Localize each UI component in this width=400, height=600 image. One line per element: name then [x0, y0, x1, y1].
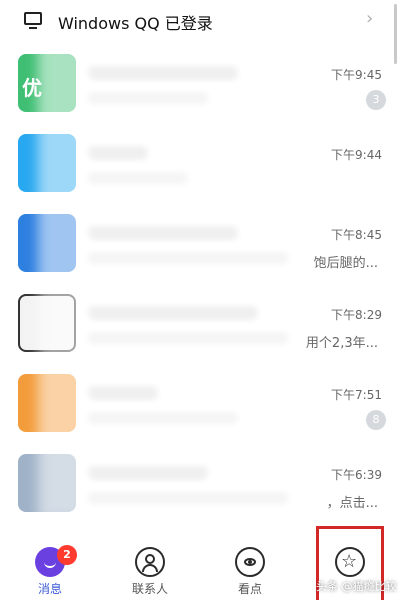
avatar	[18, 214, 76, 272]
chat-time: 下午8:45	[331, 228, 382, 242]
chat-time: 下午9:45	[331, 68, 382, 82]
chat-row[interactable]: 优 下午9:45 3	[0, 40, 400, 120]
blurred-name	[88, 226, 238, 240]
avatar	[18, 374, 76, 432]
chat-time: 下午8:29	[331, 308, 382, 322]
unread-badge: 3	[366, 90, 386, 110]
chat-preview: ，点击...	[326, 496, 378, 511]
nav-contacts[interactable]: 联系人	[100, 525, 200, 600]
blurred-name	[88, 66, 238, 80]
blurred-message	[88, 412, 238, 424]
nav-watch[interactable]: 看点	[200, 525, 300, 600]
avatar: 优	[18, 54, 76, 112]
contacts-icon	[135, 547, 165, 577]
blurred-name	[88, 466, 208, 480]
star-glyph: ☆	[341, 551, 358, 572]
blurred-name	[88, 306, 258, 320]
chat-row[interactable]: 下午8:45 饱后腿的...	[0, 200, 400, 280]
chat-row[interactable]: 下午6:39 ，点击...	[0, 440, 400, 520]
watermark: 头条 @猫瘾比较	[316, 580, 397, 593]
eye-pupil	[248, 560, 252, 564]
windows-login-banner[interactable]: Windows QQ 已登录 ›	[0, 0, 400, 40]
blurred-name	[88, 386, 158, 400]
avatar	[18, 134, 76, 192]
eye-icon	[235, 547, 265, 577]
banner-text: Windows QQ 已登录	[58, 14, 213, 33]
avatar	[18, 294, 76, 352]
chevron-right-icon: ›	[366, 8, 374, 29]
chat-row[interactable]: 下午8:29 用个2,3年...	[0, 280, 400, 360]
avatar	[18, 454, 76, 512]
blurred-message	[88, 252, 288, 264]
star-icon: ☆	[335, 547, 365, 577]
nav-messages-label: 消息	[37, 582, 62, 596]
chat-time: 下午7:51	[331, 388, 382, 402]
person-head-shape	[145, 554, 155, 564]
chat-time: 下午9:44	[331, 148, 382, 162]
unread-badge: 8	[366, 410, 386, 430]
chat-row[interactable]: 下午9:44	[0, 120, 400, 200]
messages-badge: 2	[57, 545, 77, 565]
monitor-icon	[24, 12, 42, 29]
chat-row[interactable]: 下午7:51 8	[0, 360, 400, 440]
nav-watch-label: 看点	[237, 582, 262, 596]
avatar-glyph: 优	[22, 76, 42, 100]
chat-preview: 用个2,3年...	[305, 336, 378, 351]
chat-list: 优 下午9:45 3 下午9:44 下午8:45 饱后腿的... 下午8:29 …	[0, 40, 400, 525]
blurred-message	[88, 172, 188, 184]
nav-contacts-label: 联系人	[131, 582, 168, 596]
blurred-message	[88, 332, 288, 344]
nav-messages[interactable]: 2 消息	[0, 525, 100, 600]
blurred-name	[88, 146, 148, 160]
blurred-message	[88, 492, 288, 504]
chat-preview: 饱后腿的...	[313, 256, 378, 271]
person-body-shape	[142, 564, 158, 572]
blurred-message	[88, 92, 208, 104]
chat-time: 下午6:39	[331, 468, 382, 482]
